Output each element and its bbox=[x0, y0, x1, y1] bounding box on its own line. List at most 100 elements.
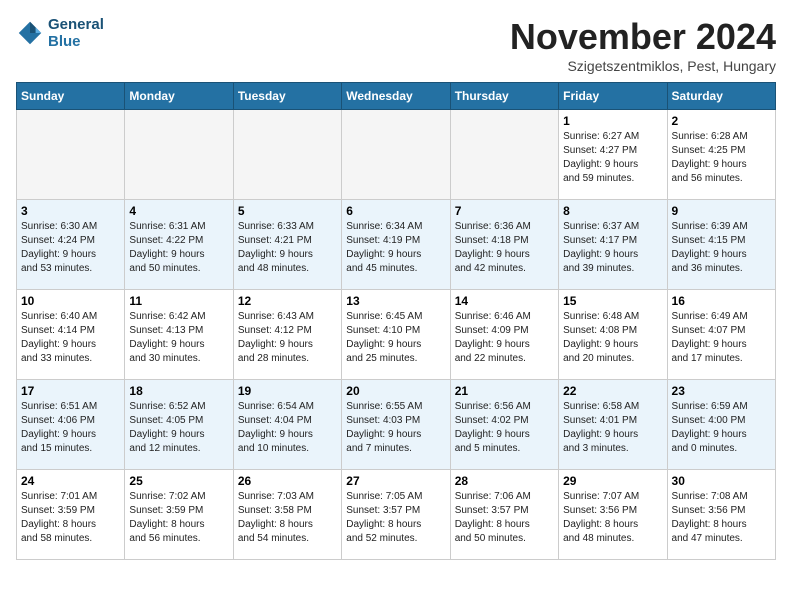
calendar-week-row: 24Sunrise: 7:01 AM Sunset: 3:59 PM Dayli… bbox=[17, 470, 776, 560]
day-number: 7 bbox=[455, 204, 554, 218]
calendar-header-tuesday: Tuesday bbox=[233, 83, 341, 110]
day-info: Sunrise: 6:36 AM Sunset: 4:18 PM Dayligh… bbox=[455, 220, 554, 276]
day-info: Sunrise: 6:54 AM Sunset: 4:04 PM Dayligh… bbox=[238, 400, 337, 456]
day-number: 29 bbox=[563, 474, 662, 488]
calendar-cell: 7 Sunrise: 6:36 AM Sunset: 4:18 PM Daylig… bbox=[450, 200, 558, 290]
calendar-header-sunday: Sunday bbox=[17, 83, 125, 110]
day-info: Sunrise: 6:52 AM Sunset: 4:05 PM Dayligh… bbox=[129, 400, 228, 456]
day-info: Sunrise: 6:34 AM Sunset: 4:19 PM Dayligh… bbox=[346, 220, 445, 276]
day-number: 28 bbox=[455, 474, 554, 488]
title-section: November 2024 Szigetszentmiklos, Pest, H… bbox=[510, 16, 776, 74]
calendar-cell: 22 Sunrise: 6:58 AM Sunset: 4:01 PM Dayli… bbox=[559, 380, 667, 470]
day-info: Sunrise: 6:59 AM Sunset: 4:00 PM Dayligh… bbox=[672, 400, 771, 456]
day-number: 1 bbox=[563, 114, 662, 128]
day-number: 27 bbox=[346, 474, 445, 488]
calendar-cell bbox=[125, 110, 233, 200]
day-number: 9 bbox=[672, 204, 771, 218]
day-info: Sunrise: 7:05 AM Sunset: 3:57 PM Dayligh… bbox=[346, 490, 445, 546]
calendar-cell: 20Sunrise: 6:55 AM Sunset: 4:03 PM Dayli… bbox=[342, 380, 450, 470]
day-number: 15 bbox=[563, 294, 662, 308]
day-info: Sunrise: 6:30 AM Sunset: 4:24 PM Dayligh… bbox=[21, 220, 120, 276]
calendar-header-wednesday: Wednesday bbox=[342, 83, 450, 110]
calendar-cell bbox=[17, 110, 125, 200]
calendar-cell: 12 Sunrise: 6:43 AM Sunset: 4:12 PM Dayli… bbox=[233, 290, 341, 380]
day-info: Sunrise: 7:06 AM Sunset: 3:57 PM Dayligh… bbox=[455, 490, 554, 546]
calendar-cell bbox=[450, 110, 558, 200]
calendar-header-monday: Monday bbox=[125, 83, 233, 110]
calendar-cell: 5 Sunrise: 6:33 AM Sunset: 4:21 PM Daylig… bbox=[233, 200, 341, 290]
calendar-cell: 28 Sunrise: 7:06 AM Sunset: 3:57 PM Dayli… bbox=[450, 470, 558, 560]
calendar-cell bbox=[342, 110, 450, 200]
day-number: 5 bbox=[238, 204, 337, 218]
calendar-cell: 26 Sunrise: 7:03 AM Sunset: 3:58 PM Dayli… bbox=[233, 470, 341, 560]
calendar-header-thursday: Thursday bbox=[450, 83, 558, 110]
day-number: 4 bbox=[129, 204, 228, 218]
month-title: November 2024 bbox=[510, 16, 776, 58]
calendar-week-row: 10 Sunrise: 6:40 AM Sunset: 4:14 PM Dayli… bbox=[17, 290, 776, 380]
day-info: Sunrise: 6:48 AM Sunset: 4:08 PM Dayligh… bbox=[563, 310, 662, 366]
day-info: Sunrise: 6:58 AM Sunset: 4:01 PM Dayligh… bbox=[563, 400, 662, 456]
calendar-cell: 25 Sunrise: 7:02 AM Sunset: 3:59 PM Dayli… bbox=[125, 470, 233, 560]
calendar-cell bbox=[233, 110, 341, 200]
page-header: General Blue November 2024 Szigetszentmi… bbox=[16, 16, 776, 74]
calendar-table: SundayMondayTuesdayWednesdayThursdayFrid… bbox=[16, 82, 776, 560]
day-info: Sunrise: 6:56 AM Sunset: 4:02 PM Dayligh… bbox=[455, 400, 554, 456]
day-number: 26 bbox=[238, 474, 337, 488]
logo-icon bbox=[16, 19, 44, 47]
calendar-cell: 3Sunrise: 6:30 AM Sunset: 4:24 PM Daylig… bbox=[17, 200, 125, 290]
day-number: 18 bbox=[129, 384, 228, 398]
day-number: 14 bbox=[455, 294, 554, 308]
day-info: Sunrise: 6:45 AM Sunset: 4:10 PM Dayligh… bbox=[346, 310, 445, 366]
calendar-cell: 23 Sunrise: 6:59 AM Sunset: 4:00 PM Dayli… bbox=[667, 380, 775, 470]
day-number: 23 bbox=[672, 384, 771, 398]
day-info: Sunrise: 7:01 AM Sunset: 3:59 PM Dayligh… bbox=[21, 490, 120, 546]
calendar-cell: 24Sunrise: 7:01 AM Sunset: 3:59 PM Dayli… bbox=[17, 470, 125, 560]
calendar-cell: 9Sunrise: 6:39 AM Sunset: 4:15 PM Daylig… bbox=[667, 200, 775, 290]
calendar-cell: 29 Sunrise: 7:07 AM Sunset: 3:56 PM Dayli… bbox=[559, 470, 667, 560]
day-info: Sunrise: 6:43 AM Sunset: 4:12 PM Dayligh… bbox=[238, 310, 337, 366]
day-info: Sunrise: 6:28 AM Sunset: 4:25 PM Dayligh… bbox=[672, 130, 771, 186]
day-info: Sunrise: 6:46 AM Sunset: 4:09 PM Dayligh… bbox=[455, 310, 554, 366]
calendar-cell: 30Sunrise: 7:08 AM Sunset: 3:56 PM Dayli… bbox=[667, 470, 775, 560]
day-info: Sunrise: 6:40 AM Sunset: 4:14 PM Dayligh… bbox=[21, 310, 120, 366]
day-number: 21 bbox=[455, 384, 554, 398]
day-number: 8 bbox=[563, 204, 662, 218]
calendar-week-row: 17 Sunrise: 6:51 AM Sunset: 4:06 PM Dayli… bbox=[17, 380, 776, 470]
day-info: Sunrise: 6:33 AM Sunset: 4:21 PM Dayligh… bbox=[238, 220, 337, 276]
day-info: Sunrise: 7:02 AM Sunset: 3:59 PM Dayligh… bbox=[129, 490, 228, 546]
day-number: 22 bbox=[563, 384, 662, 398]
day-info: Sunrise: 7:03 AM Sunset: 3:58 PM Dayligh… bbox=[238, 490, 337, 546]
day-info: Sunrise: 6:37 AM Sunset: 4:17 PM Dayligh… bbox=[563, 220, 662, 276]
day-info: Sunrise: 6:42 AM Sunset: 4:13 PM Dayligh… bbox=[129, 310, 228, 366]
day-number: 2 bbox=[672, 114, 771, 128]
logo: General Blue bbox=[16, 16, 104, 50]
day-number: 17 bbox=[21, 384, 120, 398]
calendar-cell: 1Sunrise: 6:27 AM Sunset: 4:27 PM Daylig… bbox=[559, 110, 667, 200]
day-info: Sunrise: 7:07 AM Sunset: 3:56 PM Dayligh… bbox=[563, 490, 662, 546]
day-info: Sunrise: 6:31 AM Sunset: 4:22 PM Dayligh… bbox=[129, 220, 228, 276]
calendar-cell: 4 Sunrise: 6:31 AM Sunset: 4:22 PM Daylig… bbox=[125, 200, 233, 290]
day-number: 25 bbox=[129, 474, 228, 488]
calendar-cell: 6Sunrise: 6:34 AM Sunset: 4:19 PM Daylig… bbox=[342, 200, 450, 290]
calendar-cell: 10 Sunrise: 6:40 AM Sunset: 4:14 PM Dayli… bbox=[17, 290, 125, 380]
day-number: 12 bbox=[238, 294, 337, 308]
day-info: Sunrise: 6:51 AM Sunset: 4:06 PM Dayligh… bbox=[21, 400, 120, 456]
calendar-cell: 17 Sunrise: 6:51 AM Sunset: 4:06 PM Dayli… bbox=[17, 380, 125, 470]
calendar-header-row: SundayMondayTuesdayWednesdayThursdayFrid… bbox=[17, 83, 776, 110]
day-info: Sunrise: 6:49 AM Sunset: 4:07 PM Dayligh… bbox=[672, 310, 771, 366]
day-number: 20 bbox=[346, 384, 445, 398]
calendar-cell: 18 Sunrise: 6:52 AM Sunset: 4:05 PM Dayli… bbox=[125, 380, 233, 470]
day-number: 30 bbox=[672, 474, 771, 488]
calendar-cell: 21 Sunrise: 6:56 AM Sunset: 4:02 PM Dayli… bbox=[450, 380, 558, 470]
logo-text: General Blue bbox=[48, 16, 104, 50]
day-number: 13 bbox=[346, 294, 445, 308]
calendar-cell: 8 Sunrise: 6:37 AM Sunset: 4:17 PM Daylig… bbox=[559, 200, 667, 290]
calendar-cell: 13 Sunrise: 6:45 AM Sunset: 4:10 PM Dayli… bbox=[342, 290, 450, 380]
calendar-cell: 16Sunrise: 6:49 AM Sunset: 4:07 PM Dayli… bbox=[667, 290, 775, 380]
day-number: 10 bbox=[21, 294, 120, 308]
calendar-cell: 2 Sunrise: 6:28 AM Sunset: 4:25 PM Daylig… bbox=[667, 110, 775, 200]
calendar-header-friday: Friday bbox=[559, 83, 667, 110]
calendar-cell: 19Sunrise: 6:54 AM Sunset: 4:04 PM Dayli… bbox=[233, 380, 341, 470]
calendar-header-saturday: Saturday bbox=[667, 83, 775, 110]
calendar-cell: 27 Sunrise: 7:05 AM Sunset: 3:57 PM Dayli… bbox=[342, 470, 450, 560]
